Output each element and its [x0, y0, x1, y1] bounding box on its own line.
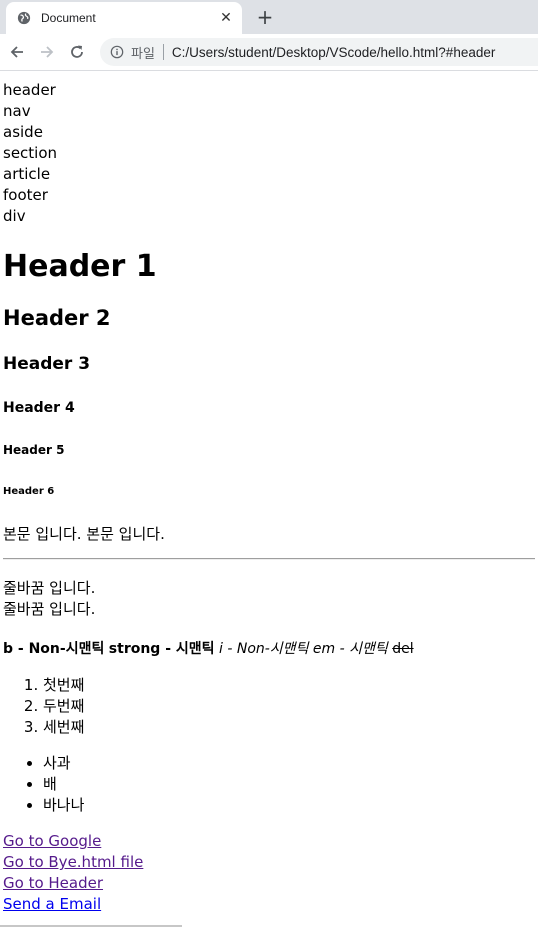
inline-semantics-line: b - Non-시맨틱 strong - 시맨틱 i - Non-시맨틱 em …	[3, 639, 535, 660]
arrow-right-icon	[41, 46, 54, 58]
line-break-text: 줄바꿈 입니다.	[3, 600, 96, 618]
link-list: Go to Google Go to Bye.html file Go to H…	[3, 831, 535, 915]
link-google[interactable]: Go to Google	[3, 831, 535, 852]
unordered-list-item: 배	[43, 774, 535, 795]
heading-6: Header 6	[3, 486, 55, 497]
url-text[interactable]: C:/Users/student/Desktop/VScode/hello.ht…	[172, 45, 495, 60]
line-break-text: 줄바꿈 입니다.	[3, 579, 96, 597]
page-content: header nav aside section article footer …	[0, 71, 538, 915]
tag-text: nav	[3, 102, 31, 120]
arrow-left-icon	[10, 46, 23, 58]
link-send-email[interactable]: Send a Email	[3, 894, 535, 915]
link-header[interactable]: Go to Header	[3, 873, 535, 894]
ordered-list: 첫번째 두번째 세번째	[3, 675, 535, 738]
unordered-list-item: 바나나	[43, 795, 535, 816]
close-tab-icon[interactable]: ✕	[218, 10, 234, 26]
tab-title: Document	[41, 11, 96, 25]
emphasis-text: em - 시맨틱	[312, 641, 388, 657]
strong-text: strong - 시맨틱	[108, 641, 215, 657]
reload-button[interactable]	[64, 39, 90, 65]
address-divider	[162, 44, 164, 60]
italic-text: i - Non-시맨틱	[219, 641, 309, 657]
link-bye-file[interactable]: Go to Bye.html file	[3, 852, 535, 873]
new-tab-button[interactable]: +	[254, 5, 276, 29]
scheme-label: 파일	[131, 45, 155, 61]
forward-button[interactable]	[34, 39, 60, 65]
heading-1: Header 1	[3, 249, 157, 284]
ordered-list-item: 세번째	[43, 717, 535, 738]
unordered-list-item: 사과	[43, 753, 535, 774]
horizontal-rule	[3, 558, 535, 560]
tag-text: article	[3, 165, 51, 183]
tag-text: aside	[3, 123, 43, 141]
ordered-list-item: 첫번째	[43, 675, 535, 696]
reload-icon	[71, 45, 83, 58]
bold-text: b - Non-시맨틱	[3, 641, 105, 657]
heading-4: Header 4	[3, 400, 75, 416]
address-bar[interactable]: 파일 C:/Users/student/Desktop/VScode/hello…	[100, 38, 538, 66]
info-icon[interactable]	[110, 45, 124, 59]
browser-toolbar: 파일 C:/Users/student/Desktop/VScode/hello…	[0, 34, 538, 71]
tab-strip: Document ✕ +	[0, 0, 538, 34]
tag-text: header	[3, 81, 56, 99]
tag-text: div	[3, 207, 26, 225]
heading-2: Header 2	[3, 306, 111, 330]
tag-text: footer	[3, 186, 48, 204]
line-break-block: 줄바꿈 입니다. 줄바꿈 입니다.	[3, 578, 535, 620]
semantic-tag-list: header nav aside section article footer …	[3, 71, 535, 227]
back-button[interactable]	[4, 39, 30, 65]
body-paragraph: 본문 입니다. 본문 입니다.	[3, 525, 165, 543]
globe-icon	[17, 11, 31, 25]
unordered-list: 사과 배 바나나	[3, 753, 535, 816]
heading-5: Header 5	[3, 443, 65, 457]
tag-text: section	[3, 144, 58, 162]
ordered-list-item: 두번째	[43, 696, 535, 717]
browser-tab[interactable]: Document ✕	[6, 2, 242, 34]
horizontal-scrollbar[interactable]	[0, 925, 182, 927]
heading-3: Header 3	[3, 354, 91, 374]
deleted-text: del	[392, 641, 414, 657]
